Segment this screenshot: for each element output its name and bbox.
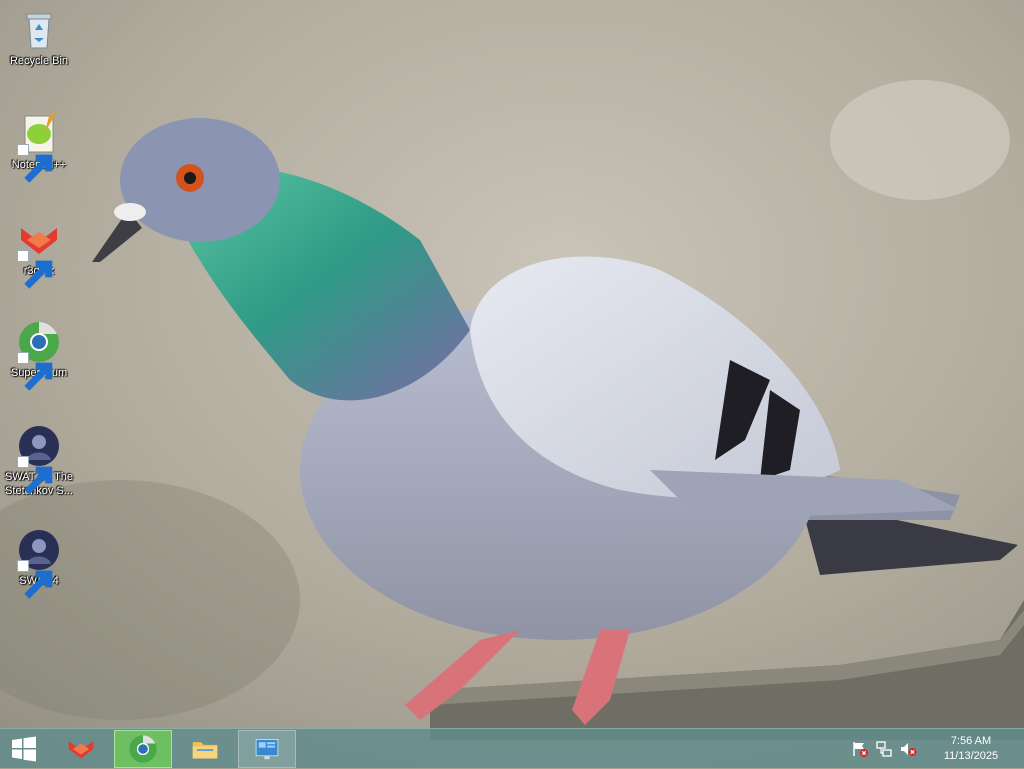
desktop-icon-label: Recycle Bin [9,55,69,67]
desktop-icon-notepad-plus-plus[interactable]: Notepad++ [0,112,78,183]
windows-logo-icon [12,736,36,762]
clock-date: 11/13/2025 [943,750,999,762]
r3dfox-icon [68,740,94,759]
action-center-flag-icon[interactable] [851,740,869,758]
r3dfox-icon [17,218,61,289]
swat4-icon [17,528,61,599]
file-explorer-icon [192,742,218,759]
taskbar-button-control-panel[interactable] [238,730,296,768]
supermium-icon [129,735,157,763]
recycle-bin-icon [17,8,61,52]
start-button[interactable] [0,729,48,769]
taskbar-button-r3dfox[interactable] [52,730,110,768]
shortcut-arrow-icon [17,456,53,495]
taskbar-button-file-explorer[interactable] [176,730,234,768]
desktop-icon-recycle-bin[interactable]: Recycle Bin [0,8,78,68]
supermium-icon [17,320,61,391]
clock[interactable]: 7:56 AM 11/13/2025 [926,734,1016,764]
shortcut-arrow-icon [17,560,53,599]
taskbar: 7:56 AM 11/13/2025 [0,728,1024,768]
network-icon[interactable] [875,740,893,758]
system-tray: 7:56 AM 11/13/2025 [848,729,1024,769]
desktop-icon-supermium[interactable]: Supermium [0,320,78,391]
clock-time: 7:56 AM [950,735,992,747]
shortcut-arrow-icon [17,352,53,391]
notepad-plus-plus-icon [17,112,61,183]
desktop-icon-swat4-stetchkov[interactable]: SWAT 4 - The Stetchkov S... [0,424,78,498]
desktop-icon-r3dfox[interactable]: r3dfox [0,218,78,289]
taskbar-button-supermium[interactable] [114,730,172,768]
shortcut-arrow-icon [17,250,53,289]
pigeon-wallpaper [0,0,1024,768]
swat4-icon [17,424,61,495]
control-panel-icon [255,739,279,760]
shortcut-arrow-icon [17,144,53,183]
volume-muted-icon[interactable] [899,740,917,758]
desktop-icon-swat4[interactable]: SWAT 4 [0,528,78,599]
